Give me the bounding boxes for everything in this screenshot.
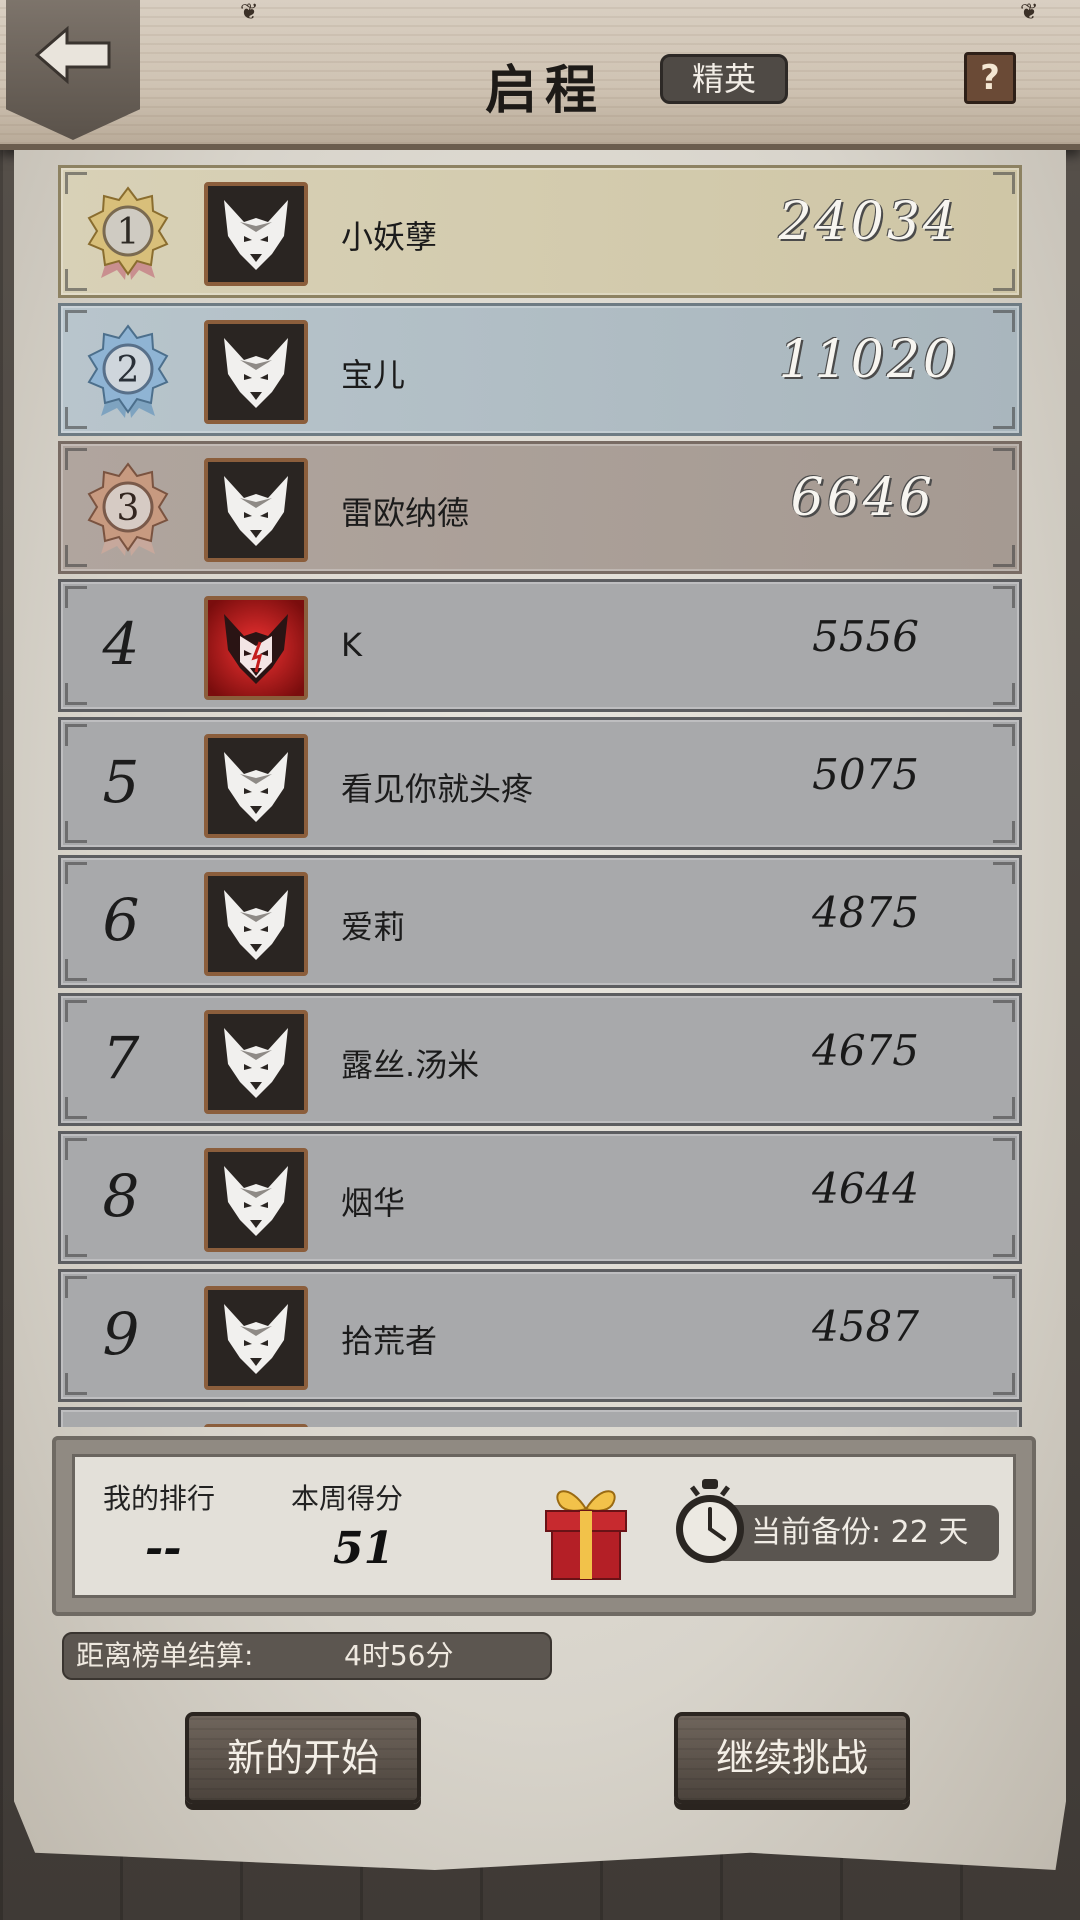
- player-name: 拾荒者: [341, 1322, 438, 1360]
- settlement-time: 4时56分: [344, 1639, 454, 1672]
- player-name: 爱莉: [341, 908, 406, 946]
- weekly-score-label: 本周得分: [291, 1482, 404, 1515]
- player-score: 5556: [812, 612, 919, 661]
- leaderboard-row[interactable]: 2 宝儿 11020: [58, 303, 1022, 436]
- leaderboard-row[interactable]: 5 看见你就头疼 5075: [58, 717, 1022, 850]
- wolf-icon: [224, 1304, 288, 1374]
- player-score: 4875: [812, 888, 919, 937]
- player-name: 烟华: [341, 1184, 406, 1222]
- player-name: K: [341, 626, 362, 664]
- weekly-score-value: 51: [333, 1523, 395, 1574]
- avatar[interactable]: [204, 1148, 308, 1252]
- player-name: 小妖孽: [341, 218, 438, 256]
- player-score: 4644: [812, 1164, 919, 1213]
- leaderboard-row-partial[interactable]: [58, 1407, 1022, 1427]
- leaderboard-row[interactable]: 1 小妖孽 24034: [58, 165, 1022, 298]
- medal-rank: 1: [117, 212, 140, 253]
- player-score: 24034: [778, 192, 959, 252]
- player-score: 6646: [790, 468, 935, 528]
- player-name: 露丝.汤米: [341, 1046, 480, 1084]
- avatar[interactable]: [204, 1010, 308, 1114]
- back-arrow-icon: [34, 25, 111, 85]
- avatar[interactable]: [204, 320, 308, 424]
- branch-decoration-icon: ❦: [1020, 0, 1039, 25]
- player-name: 看见你就头疼: [341, 770, 534, 808]
- leaderboard-row[interactable]: 3 雷欧纳德 6646: [58, 441, 1022, 574]
- rank-number: 7: [102, 1024, 140, 1092]
- my-stats-panel: 我的排行 -- 本周得分 51 当前备份: 22 天: [52, 1436, 1036, 1616]
- leaderboard-row[interactable]: 4 K 5556: [58, 579, 1022, 712]
- leaderboard-row[interactable]: 7 露丝.汤米 4675: [58, 993, 1022, 1126]
- my-rank-label: 我的排行: [103, 1482, 216, 1515]
- rank-number: 6: [102, 886, 140, 954]
- stopwatch-icon: [676, 1479, 744, 1563]
- leaderboard-list[interactable]: 1 小妖孽 24034 2 宝儿 11020 3 雷欧纳德 6646 4 K 5…: [58, 165, 1022, 1427]
- avatar[interactable]: [204, 1424, 308, 1427]
- player-score: 5075: [812, 750, 919, 799]
- silver-medal-icon: 2: [87, 324, 169, 418]
- leaderboard-row[interactable]: 9 拾荒者 4587: [58, 1269, 1022, 1402]
- wolf-icon: [224, 476, 288, 546]
- player-name: 宝儿: [341, 356, 406, 394]
- medal-rank: 2: [117, 350, 140, 391]
- page-title: 启程: [484, 60, 605, 121]
- new-start-button[interactable]: 新的开始: [185, 1712, 421, 1804]
- help-button[interactable]: ?: [964, 52, 1016, 104]
- rank-number: 9: [102, 1300, 140, 1368]
- top-bar: ❦ ❦ 启程 精英 ?: [0, 0, 1080, 150]
- my-rank-value: --: [145, 1523, 182, 1574]
- continue-challenge-button[interactable]: 继续挑战: [674, 1712, 910, 1804]
- avatar[interactable]: [204, 734, 308, 838]
- wolf-icon: [224, 1028, 288, 1098]
- gold-medal-icon: 1: [87, 186, 169, 280]
- rank-number: 8: [102, 1162, 140, 1230]
- bronze-medal-icon: 3: [87, 462, 169, 556]
- wolf-icon: [224, 752, 288, 822]
- avatar[interactable]: [204, 596, 308, 700]
- rank-number: 4: [102, 610, 140, 678]
- wolf-icon: [224, 200, 288, 270]
- leaderboard-row[interactable]: 6 爱莉 4875: [58, 855, 1022, 988]
- wolf-icon: [224, 1166, 288, 1236]
- branch-decoration-icon: ❦: [240, 0, 259, 25]
- difficulty-badge[interactable]: 精英: [660, 54, 788, 104]
- rank-number: 5: [102, 748, 140, 816]
- player-name: 雷欧纳德: [341, 494, 470, 532]
- player-score: 11020: [778, 330, 959, 390]
- medal-rank: 3: [117, 488, 140, 529]
- wolf-icon: [224, 338, 288, 408]
- settlement-label: 距离榜单结算:: [76, 1639, 254, 1672]
- backup-days-pill: 当前备份: 22 天: [715, 1505, 999, 1561]
- player-score: 4587: [812, 1302, 919, 1351]
- player-score: 4675: [812, 1026, 919, 1075]
- avatar[interactable]: [204, 872, 308, 976]
- gift-box-icon[interactable]: [540, 1479, 632, 1583]
- avatar[interactable]: [204, 458, 308, 562]
- avatar[interactable]: [204, 1286, 308, 1390]
- settlement-countdown: 距离榜单结算: 4时56分: [62, 1632, 552, 1680]
- back-button[interactable]: [6, 0, 140, 140]
- wolf-icon: [224, 890, 288, 960]
- leaderboard-row[interactable]: 8 烟华 4644: [58, 1131, 1022, 1264]
- avatar[interactable]: [204, 182, 308, 286]
- red-wolf-icon: [224, 614, 288, 684]
